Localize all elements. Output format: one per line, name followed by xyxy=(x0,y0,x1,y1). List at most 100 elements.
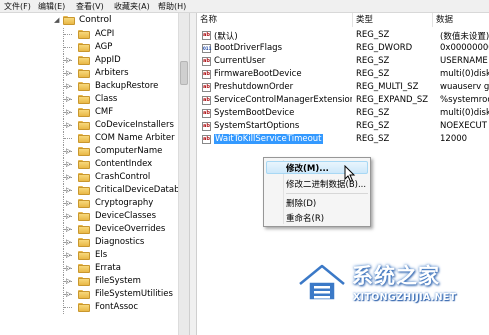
value-data: NOEXECUT xyxy=(440,121,487,131)
tree-item[interactable]: ▷ FileSystem xyxy=(0,275,186,288)
expand-icon[interactable]: ▷ xyxy=(66,187,73,194)
folder-icon xyxy=(78,173,90,182)
expand-icon[interactable]: ▷ xyxy=(66,252,73,259)
expand-icon[interactable]: ▷ xyxy=(66,57,73,64)
folder-icon xyxy=(78,264,90,273)
tree-item[interactable]: ▷ DeviceClasses xyxy=(0,210,186,223)
value-name: FirmwareBootDevice xyxy=(214,69,302,79)
menu-file[interactable]: 文件(F) xyxy=(4,1,31,12)
tree-item[interactable]: COM Name Arbiter xyxy=(0,132,186,145)
expand-icon[interactable]: ▷ xyxy=(66,213,73,220)
tree-label: FileSystemUtilities xyxy=(95,289,173,299)
expand-icon[interactable]: ▷ xyxy=(66,291,73,298)
folder-icon xyxy=(78,56,90,65)
menu-help[interactable]: 帮助(H) xyxy=(158,1,186,12)
tree-item[interactable]: ACPI xyxy=(0,28,186,41)
tree-item[interactable]: FontAssoc xyxy=(0,301,186,314)
expand-icon[interactable]: ▷ xyxy=(66,96,73,103)
tree-item[interactable]: ▷ ComputerName xyxy=(0,145,186,158)
value-type: REG_SZ xyxy=(356,108,390,118)
expand-icon[interactable]: ▷ xyxy=(66,200,73,207)
column-header-name[interactable]: 名称 xyxy=(197,13,353,27)
tree-item[interactable]: ▷ Arbiters xyxy=(0,67,186,80)
menu-item-delete[interactable]: 删除(D) xyxy=(286,197,316,209)
folder-icon xyxy=(78,251,90,260)
watermark-logo-icon xyxy=(298,263,346,301)
tree-item[interactable]: ▷ CMF xyxy=(0,106,186,119)
tree-label: Cryptography xyxy=(95,198,154,208)
expand-icon[interactable]: ▷ xyxy=(66,278,73,285)
expand-icon[interactable]: ▷ xyxy=(66,148,73,155)
scrollbar-thumb[interactable] xyxy=(180,61,188,85)
tree-item[interactable]: ▷ Els xyxy=(0,249,186,262)
folder-icon xyxy=(78,160,90,169)
tree-item[interactable]: ▷ DeviceOverrides xyxy=(0,223,186,236)
expand-icon[interactable]: ▷ xyxy=(66,265,73,272)
expand-icon[interactable]: ▷ xyxy=(66,122,73,129)
value-row[interactable]: ab WaitToKillServiceTimeout REG_SZ 12000 xyxy=(197,133,489,146)
tree-item[interactable]: ▷ FileSystemUtilities xyxy=(0,288,186,301)
value-row[interactable]: ab ServiceControlManagerExtension REG_EXPA… xyxy=(197,94,489,107)
value-row[interactable]: ab (默认) REG_SZ (数值未设置) xyxy=(197,29,489,42)
value-type: REG_SZ xyxy=(356,121,390,131)
value-name: (默认) xyxy=(214,32,238,42)
tree-item[interactable]: ▷ CrashControl xyxy=(0,171,186,184)
folder-icon xyxy=(78,108,90,117)
value-data: (数值未设置) xyxy=(440,32,489,42)
tree-label: Class xyxy=(95,94,118,104)
collapse-icon[interactable]: ◢ xyxy=(54,17,61,24)
menu-item-rename[interactable]: 重命名(R) xyxy=(286,212,324,224)
tree-item[interactable]: ▷ Errata xyxy=(0,262,186,275)
tree-label: Control xyxy=(79,15,112,25)
menu-edit[interactable]: 编辑(E) xyxy=(38,1,65,12)
tree-item[interactable]: ▷ BackupRestore xyxy=(0,80,186,93)
string-value-icon: ab xyxy=(202,122,211,131)
folder-icon xyxy=(78,238,90,247)
value-name: PreshutdownOrder xyxy=(214,82,294,92)
column-header-type[interactable]: 类型 xyxy=(353,13,433,27)
tree-item[interactable]: ▷ ContentIndex xyxy=(0,158,186,171)
tree-label: Els xyxy=(95,250,108,260)
menu-item-modify[interactable]: 修改(M)... xyxy=(286,162,329,174)
string-value-icon: ab xyxy=(202,109,211,118)
registry-tree[interactable]: ◢ Control ACPI AGP ▷ AppID ▷ Arbiters ▷ BackupR… xyxy=(0,13,186,335)
folder-icon xyxy=(78,303,90,312)
expand-icon[interactable]: ▷ xyxy=(66,226,73,233)
tree-label: ComputerName xyxy=(95,146,163,156)
expand-icon[interactable]: ▷ xyxy=(66,70,73,77)
value-row[interactable]: ab SystemBootDevice REG_SZ multi(0)disk( xyxy=(197,107,489,120)
tree-label: CMF xyxy=(95,107,114,117)
value-row[interactable]: ab SystemStartOptions REG_SZ NOEXECUT xyxy=(197,120,489,133)
value-type: REG_SZ xyxy=(356,30,390,40)
tree-label: Errata xyxy=(95,263,121,273)
value-row[interactable]: 011 BootDriverFlags REG_DWORD 0x00000000 xyxy=(197,42,489,55)
string-value-icon: ab xyxy=(202,135,211,144)
tree-item[interactable]: AGP xyxy=(0,41,186,54)
menu-favorites[interactable]: 收藏夹(A) xyxy=(114,1,150,12)
column-header-data[interactable]: 数据 xyxy=(433,13,489,27)
value-data: wuauserv gp xyxy=(440,82,489,92)
expand-icon[interactable]: ▷ xyxy=(66,83,73,90)
value-type: REG_EXPAND_SZ xyxy=(356,95,429,105)
folder-icon xyxy=(78,134,90,143)
tree-item[interactable]: ▷ CoDeviceInstallers xyxy=(0,119,186,132)
value-row[interactable]: ab FirmwareBootDevice REG_SZ multi(0)disk( xyxy=(197,68,489,81)
tree-item[interactable]: ▷ AppID xyxy=(0,54,186,67)
expand-icon[interactable]: ▷ xyxy=(66,174,73,181)
value-row[interactable]: ab PreshutdownOrder REG_MULTI_SZ wuauserv g… xyxy=(197,81,489,94)
expand-icon[interactable]: ▷ xyxy=(66,161,73,168)
mouse-pointer-icon xyxy=(344,165,356,183)
expand-icon[interactable]: ▷ xyxy=(66,109,73,116)
tree-scrollbar[interactable] xyxy=(178,13,189,335)
value-row[interactable]: ab CurrentUser REG_SZ USERNAME xyxy=(197,55,489,68)
tree-item[interactable]: ▷ CriticalDeviceDatabas xyxy=(0,184,186,197)
tree-item[interactable]: ▷ Cryptography xyxy=(0,197,186,210)
tree-item[interactable]: ▷ Diagnostics xyxy=(0,236,186,249)
pane-splitter[interactable] xyxy=(189,13,197,335)
menu-view[interactable]: 查看(V) xyxy=(76,1,104,12)
expand-icon[interactable]: ▷ xyxy=(66,239,73,246)
tree-item-control[interactable]: ◢ Control xyxy=(0,14,186,27)
folder-icon xyxy=(78,225,90,234)
tree-connector xyxy=(64,307,72,308)
tree-item[interactable]: ▷ Class xyxy=(0,93,186,106)
